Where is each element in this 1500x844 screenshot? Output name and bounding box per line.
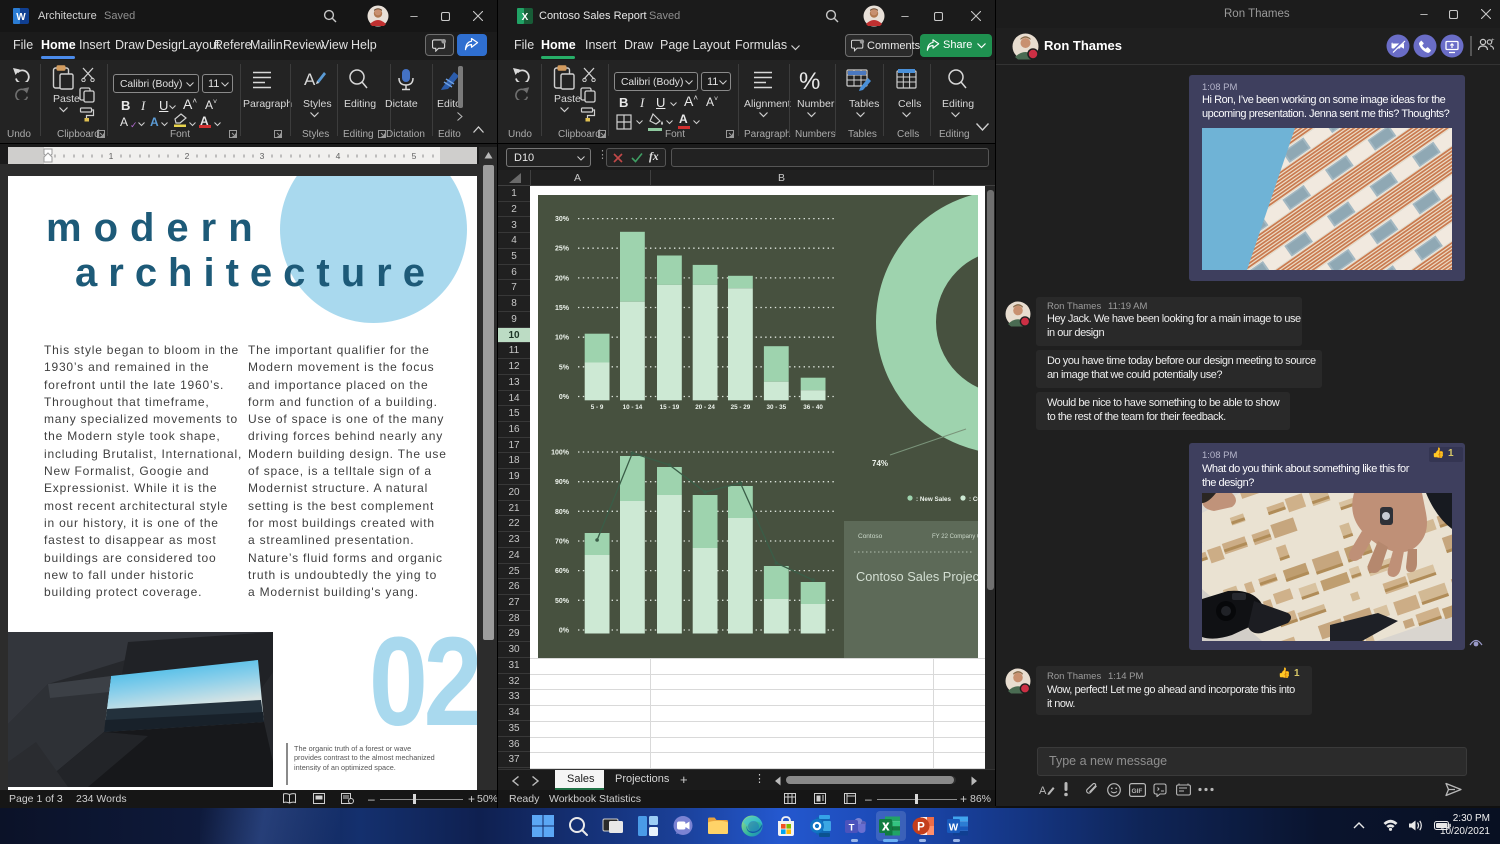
svg-text:Contoso: Contoso xyxy=(858,533,883,540)
svg-text:20 - 24: 20 - 24 xyxy=(695,404,715,411)
svg-text:50%: 50% xyxy=(555,598,570,605)
svg-text:74%: 74% xyxy=(872,459,888,468)
svg-text:0%: 0% xyxy=(559,394,570,401)
svg-text:10 - 14: 10 - 14 xyxy=(623,404,643,411)
svg-text:15 - 19: 15 - 19 xyxy=(660,404,680,411)
svg-text:25%: 25% xyxy=(555,246,570,253)
svg-text:A: A xyxy=(304,70,316,89)
svg-text:36 - 40: 36 - 40 xyxy=(803,404,823,411)
svg-text:5%: 5% xyxy=(559,364,570,371)
svg-text:A: A xyxy=(1039,785,1047,797)
svg-text:FY 22 Company Over: FY 22 Company Over xyxy=(932,534,978,540)
svg-text:: New Sales: : New Sales xyxy=(916,496,951,503)
svg-text:100%: 100% xyxy=(551,450,570,457)
svg-text:1: 1 xyxy=(109,151,114,161)
svg-text:2: 2 xyxy=(185,151,190,161)
svg-text:Contoso Sales Projectio: Contoso Sales Projectio xyxy=(856,569,978,584)
svg-text:5 - 9: 5 - 9 xyxy=(591,404,604,411)
svg-text:W: W xyxy=(16,12,26,23)
svg-text:+: + xyxy=(1491,38,1495,44)
svg-text:15%: 15% xyxy=(555,305,570,312)
svg-text:30%: 30% xyxy=(555,216,570,223)
svg-text:25 - 29: 25 - 29 xyxy=(731,404,751,411)
svg-text:3: 3 xyxy=(260,151,265,161)
svg-text:90%: 90% xyxy=(555,479,570,486)
svg-text:P: P xyxy=(917,822,925,834)
svg-text:W: W xyxy=(949,823,959,834)
svg-text:80%: 80% xyxy=(555,509,570,516)
svg-text:T: T xyxy=(849,823,855,834)
svg-text:30 - 35: 30 - 35 xyxy=(766,404,786,411)
svg-text:4: 4 xyxy=(336,151,341,161)
svg-text:X: X xyxy=(522,12,529,23)
svg-text:20%: 20% xyxy=(555,275,570,282)
svg-text:60%: 60% xyxy=(555,568,570,575)
svg-text:70%: 70% xyxy=(555,539,570,546)
svg-text:GIF: GIF xyxy=(1132,788,1143,795)
svg-text:0%: 0% xyxy=(559,628,570,635)
svg-text:10%: 10% xyxy=(555,335,570,342)
svg-text:5: 5 xyxy=(412,151,417,161)
svg-text:: Cu: : Cu xyxy=(969,496,978,503)
